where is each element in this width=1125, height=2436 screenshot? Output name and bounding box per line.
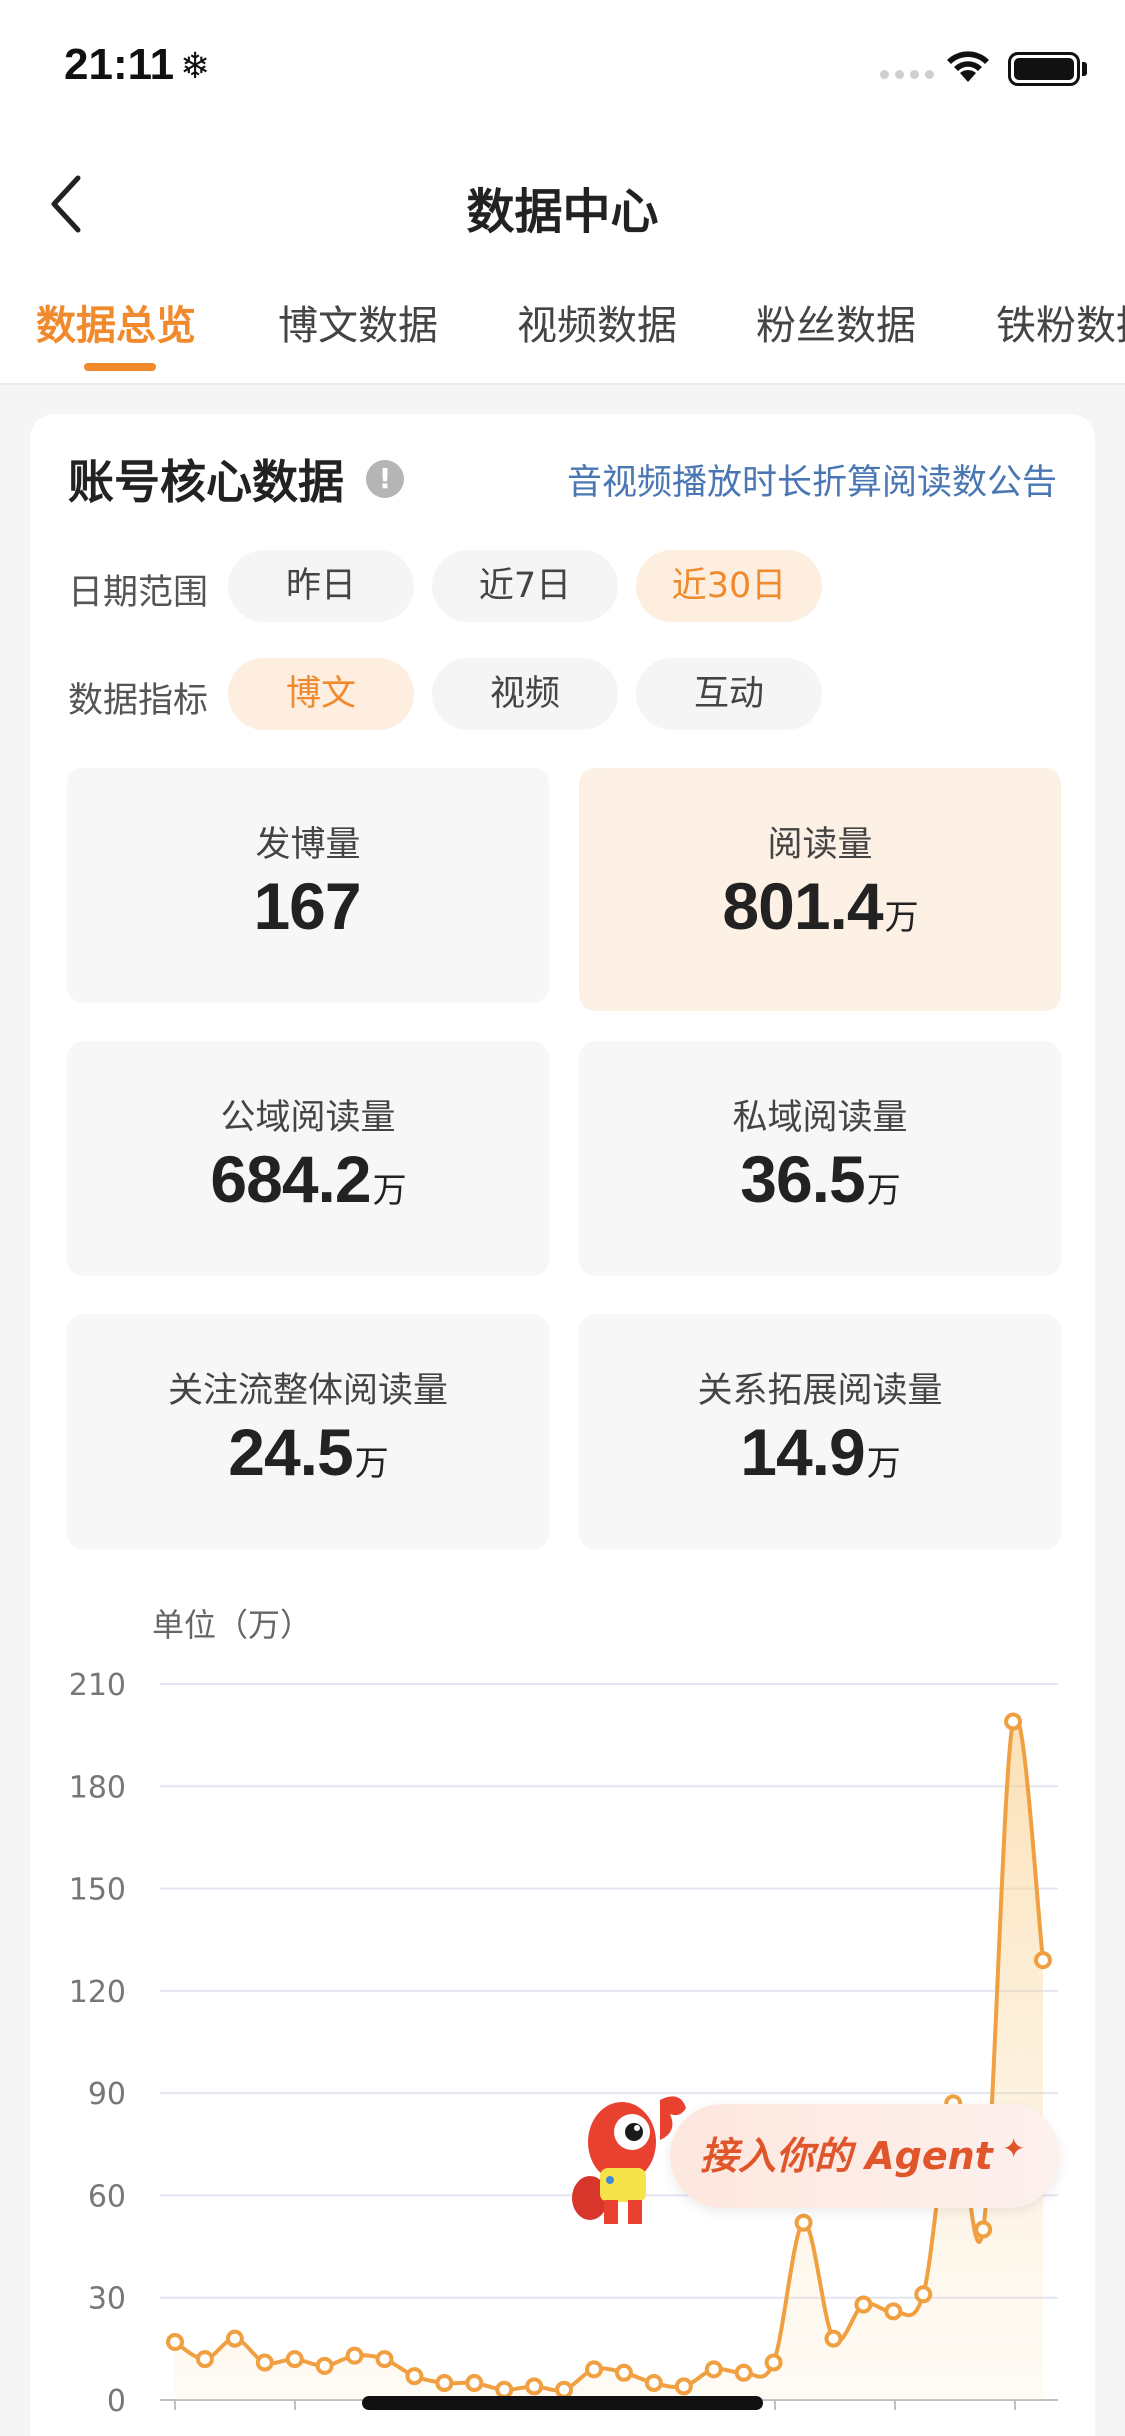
data-point[interactable]: [225, 2329, 244, 2348]
data-point[interactable]: [974, 2220, 993, 2239]
metric-value: 684.2万: [210, 1142, 406, 1216]
battery-icon: [1008, 52, 1080, 86]
data-point[interactable]: [734, 2363, 753, 2382]
date-7days-pill[interactable]: 近7日: [432, 550, 618, 622]
data-point[interactable]: [195, 2350, 214, 2369]
status-bar: 21:11 ❄: [0, 0, 1125, 140]
y-tick-label: 90: [88, 2077, 126, 2112]
metric-label: 关系拓展阅读量: [697, 1371, 943, 1411]
metric-value: 36.5万: [740, 1142, 900, 1216]
metric-card-posts[interactable]: 发博量 167: [67, 768, 549, 1003]
data-point[interactable]: [764, 2353, 783, 2372]
agent-text: 接入你的 Agent: [700, 2134, 993, 2178]
metric-label: 公域阅读量: [220, 1098, 396, 1138]
y-tick-label: 0: [107, 2384, 126, 2419]
data-point[interactable]: [255, 2353, 274, 2372]
tab-bar: 数据总览 博文数据 视频数据 粉丝数据 铁粉数据: [0, 285, 1125, 385]
y-tick-label: 120: [69, 1975, 126, 2010]
metric-video-pill[interactable]: 视频: [432, 658, 618, 730]
data-point[interactable]: [285, 2350, 304, 2369]
data-point[interactable]: [794, 2213, 813, 2232]
metric-card-private-reads[interactable]: 私域阅读量 36.5万: [579, 1041, 1061, 1276]
data-point[interactable]: [674, 2377, 693, 2396]
data-point[interactable]: [914, 2285, 933, 2304]
series-line: [173, 1714, 1045, 2393]
data-point[interactable]: [375, 2350, 394, 2369]
wifi-icon: [944, 46, 992, 90]
tab-fan-data[interactable]: 粉丝数据: [756, 293, 916, 351]
metric-interaction-pill[interactable]: 互动: [636, 658, 822, 730]
tab-post-data[interactable]: 博文数据: [278, 293, 438, 351]
y-tick-label: 60: [88, 2179, 126, 2214]
agent-banner[interactable]: 接入你的 Agent ✦: [560, 2080, 1065, 2224]
data-point[interactable]: [704, 2360, 723, 2379]
metric-label: 关注流整体阅读量: [167, 1371, 448, 1411]
y-tick-label: 180: [69, 1770, 126, 1805]
header: 21:11 ❄ 数据中心 数据总览 博文数据 视频数据 粉丝数据 铁粉数据: [0, 0, 1125, 385]
metric-label: 私域阅读量: [732, 1098, 908, 1138]
data-point[interactable]: [585, 2360, 604, 2379]
metric-type-label: 数据指标: [68, 681, 209, 721]
battery-tip: [1082, 62, 1087, 76]
metric-label: 发博量: [255, 825, 361, 865]
metric-card-relation-reads[interactable]: 关系拓展阅读量 14.9万: [579, 1314, 1061, 1549]
chart-unit-label: 单位（万）: [152, 1606, 313, 1644]
metric-value: 801.4万: [722, 869, 918, 943]
data-point[interactable]: [1004, 1712, 1023, 1731]
y-tick-label: 30: [88, 2282, 126, 2317]
date-yesterday-pill[interactable]: 昨日: [228, 550, 414, 622]
data-point[interactable]: [824, 2329, 843, 2348]
nav-bar: 数据中心: [0, 150, 1125, 250]
data-point[interactable]: [435, 2373, 454, 2392]
home-indicator: [362, 2396, 763, 2410]
tab-iron-fan-data[interactable]: 铁粉数据: [996, 293, 1125, 351]
data-point[interactable]: [614, 2363, 633, 2382]
data-point[interactable]: [1034, 1951, 1052, 1970]
signal-icon: [880, 70, 934, 79]
data-point[interactable]: [495, 2380, 514, 2399]
data-point[interactable]: [405, 2367, 424, 2386]
metric-value: 24.5万: [228, 1415, 388, 1489]
date-30days-pill[interactable]: 近30日: [636, 550, 822, 622]
info-icon[interactable]: !: [366, 460, 404, 498]
date-range-label: 日期范围: [68, 573, 209, 613]
sparkle-icon: ✦: [1002, 2132, 1026, 2165]
notice-link[interactable]: 音视频播放时长折算阅读数公告: [567, 454, 1057, 505]
read-trend-chart: 单位（万） 0 30 60 90 120 150 180 210: [0, 1570, 1125, 2436]
snowflake-icon: ❄: [180, 46, 211, 87]
data-point[interactable]: [525, 2377, 544, 2396]
data-point[interactable]: [465, 2373, 484, 2392]
metric-posts-pill[interactable]: 博文: [228, 658, 414, 730]
data-point[interactable]: [854, 2295, 873, 2314]
y-tick-label: 210: [69, 1668, 126, 1703]
data-point[interactable]: [166, 2333, 184, 2352]
metric-value: 167: [253, 869, 361, 943]
metric-card-public-reads[interactable]: 公域阅读量 684.2万: [67, 1041, 549, 1276]
chart-svg: 0 30 60 90 120 150 180 210: [69, 1668, 1058, 2419]
metric-value: 14.9万: [740, 1415, 900, 1489]
metric-card-follow-feed-reads[interactable]: 关注流整体阅读量 24.5万: [67, 1314, 549, 1549]
tab-overview[interactable]: 数据总览: [36, 293, 196, 351]
data-point[interactable]: [644, 2373, 663, 2392]
status-time: 21:11: [64, 40, 175, 89]
y-tick-label: 150: [69, 1873, 126, 1908]
data-point[interactable]: [555, 2380, 574, 2399]
data-point[interactable]: [345, 2346, 364, 2365]
metric-label: 阅读量: [767, 825, 873, 865]
tab-indicator: [84, 363, 156, 371]
page-title: 数据中心: [466, 184, 659, 240]
data-point[interactable]: [315, 2356, 334, 2375]
data-point[interactable]: [884, 2302, 903, 2321]
card-title: 账号核心数据: [68, 455, 344, 509]
lobster-mascot-icon: [572, 2096, 686, 2224]
metric-card-reads[interactable]: 阅读量 801.4万: [579, 768, 1061, 1011]
tab-video-data[interactable]: 视频数据: [517, 293, 677, 351]
